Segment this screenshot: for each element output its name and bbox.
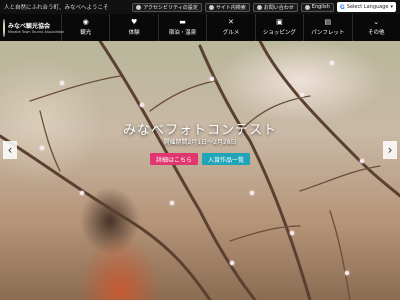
nav-item-gourmet[interactable]: ✕ グルメ bbox=[207, 14, 256, 41]
accessibility-button[interactable]: アクセシビリティの設定 bbox=[132, 2, 202, 12]
nav-item-label: その他 bbox=[367, 30, 385, 36]
nav-item-label: グルメ bbox=[222, 30, 240, 36]
site-search-button[interactable]: サイト内検索 bbox=[204, 2, 250, 12]
hero-title: みなべフォトコンテスト bbox=[122, 123, 277, 138]
contact-button[interactable]: お問い合わせ bbox=[252, 2, 298, 12]
globe-icon bbox=[304, 4, 310, 10]
fork-knife-icon: ✕ bbox=[228, 18, 234, 26]
contact-label: お問い合わせ bbox=[263, 4, 294, 11]
winners-list-button[interactable]: 入賞作品一覧 bbox=[202, 153, 251, 165]
accessibility-label: アクセシビリティの設定 bbox=[143, 4, 198, 11]
bag-icon: ▣ bbox=[276, 18, 283, 26]
site-search-label: サイト内検索 bbox=[215, 4, 246, 11]
logo-name: みなべ観光協会 bbox=[8, 23, 51, 30]
logo-text: みなべ観光協会 Minabe Town Tourist Association bbox=[8, 21, 64, 34]
blossom bbox=[300, 93, 304, 97]
nav-item-label: 体験 bbox=[128, 30, 140, 36]
blossom bbox=[170, 201, 174, 205]
nav-item-label: 観光 bbox=[80, 30, 92, 36]
page: 人と自然にふれ合う町、みなべへようこそ アクセシビリティの設定 サイト内検索 お… bbox=[0, 0, 400, 300]
nav-item-label: パンフレット bbox=[311, 30, 345, 36]
blossom bbox=[80, 191, 84, 195]
book-icon: ▤ bbox=[324, 18, 332, 26]
blossom bbox=[140, 103, 144, 107]
chevron-left-icon: ‹ bbox=[7, 143, 13, 157]
blossom bbox=[345, 271, 349, 275]
hero-period: 開催期間2月1日～2月28日 bbox=[163, 139, 237, 146]
logo-subtitle: Minabe Town Tourist Association bbox=[8, 30, 65, 34]
nav-item-label: 宿泊・温泉 bbox=[168, 30, 197, 36]
logo-mark-icon bbox=[3, 18, 5, 37]
blossom bbox=[290, 231, 294, 235]
language-select[interactable]: G Select Language ▾ bbox=[336, 2, 396, 12]
google-translate-icon: G bbox=[339, 3, 345, 11]
nav-item-sightseeing[interactable]: ◉ 観光 bbox=[62, 14, 111, 41]
nav-item-label: ショッピング bbox=[262, 30, 296, 36]
utility-links: アクセシビリティの設定 サイト内検索 お問い合わせ English G Sele… bbox=[132, 2, 396, 12]
bed-icon: ▬ bbox=[179, 18, 186, 26]
accessibility-icon bbox=[136, 4, 142, 10]
blossom bbox=[40, 146, 44, 150]
top-utility-bar: 人と自然にふれ合う町、みなべへようこそ アクセシビリティの設定 サイト内検索 お… bbox=[0, 0, 400, 14]
blossom bbox=[60, 81, 64, 85]
blossom bbox=[230, 261, 234, 265]
prev-slide-button[interactable]: ‹ bbox=[3, 141, 17, 159]
chevron-right-icon: › bbox=[387, 143, 393, 157]
nav-item-pamphlet[interactable]: ▤ パンフレット bbox=[304, 14, 353, 41]
nav-item-other[interactable]: ⌄ その他 bbox=[353, 14, 400, 41]
language-select-label: Select Language bbox=[346, 4, 389, 10]
blossom bbox=[330, 61, 334, 65]
heart-icon: ♥ bbox=[130, 18, 138, 26]
english-button[interactable]: English bbox=[300, 2, 334, 12]
hero-buttons: 詳細はこちら 入賞作品一覧 bbox=[0, 153, 400, 165]
chevron-down-icon: ▾ bbox=[390, 4, 393, 10]
search-icon bbox=[208, 4, 214, 10]
english-label: English bbox=[311, 4, 330, 10]
site-logo[interactable]: みなべ観光協会 Minabe Town Tourist Association bbox=[0, 14, 64, 41]
blossom bbox=[250, 191, 254, 195]
blossom bbox=[210, 77, 214, 81]
nav-item-shopping[interactable]: ▣ ショッピング bbox=[256, 14, 305, 41]
hero-slideshow: みなべフォトコンテスト 開催期間2月1日～2月28日 詳細はこちら 入賞作品一覧… bbox=[0, 41, 400, 300]
nav-item-lodging[interactable]: ▬ 宿泊・温泉 bbox=[159, 14, 208, 41]
camera-icon: ◉ bbox=[82, 18, 89, 26]
plum-blossom-photo bbox=[0, 41, 400, 300]
site-tagline: 人と自然にふれ合う町、みなべへようこそ bbox=[4, 5, 109, 11]
nav-item-experience[interactable]: ♥ 体験 bbox=[110, 14, 159, 41]
main-navigation: みなべ観光協会 Minabe Town Tourist Association … bbox=[0, 14, 400, 41]
next-slide-button[interactable]: › bbox=[383, 141, 397, 159]
details-button[interactable]: 詳細はこちら bbox=[149, 153, 198, 165]
chevron-circle-icon: ⌄ bbox=[373, 18, 380, 26]
mail-icon bbox=[256, 4, 262, 10]
